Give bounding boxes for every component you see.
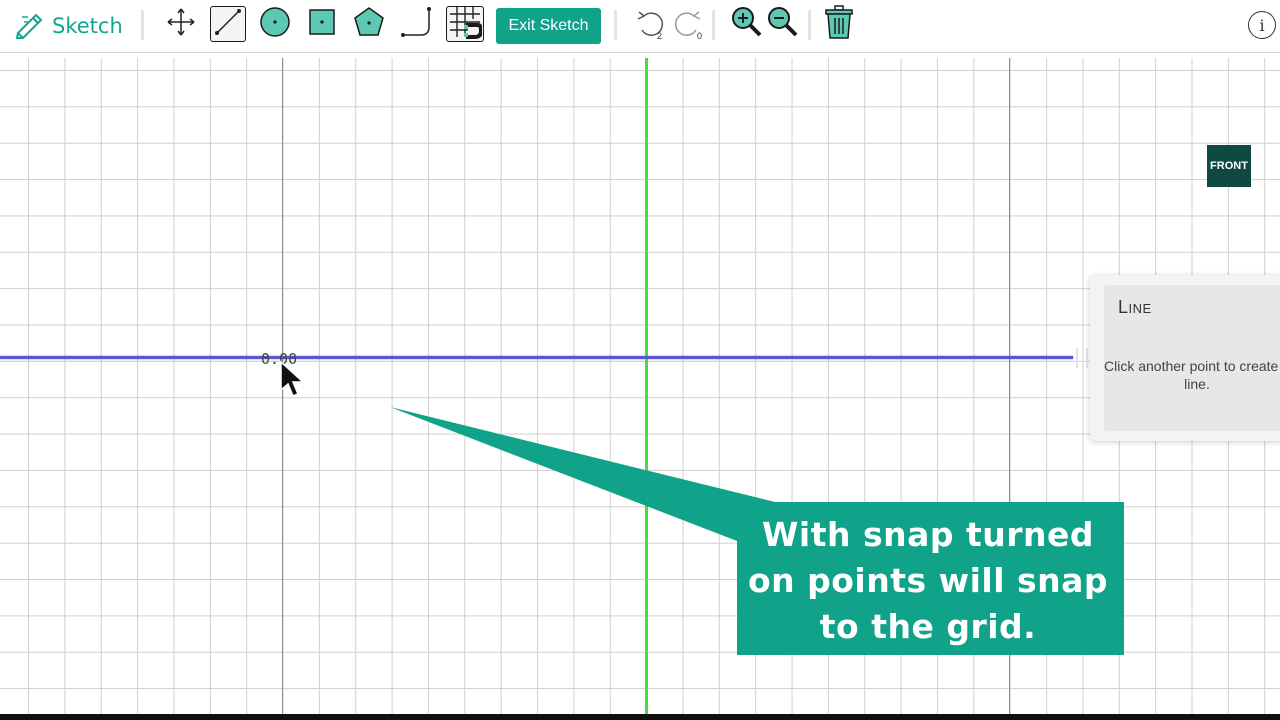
zoom-out-button[interactable] bbox=[764, 6, 800, 42]
sketch-title: Sketch bbox=[52, 14, 123, 38]
toolbar-divider bbox=[141, 10, 144, 40]
redo-button[interactable]: 0 bbox=[670, 6, 706, 42]
toolbar-divider bbox=[712, 10, 715, 40]
zoom-in-button[interactable] bbox=[728, 6, 764, 42]
toolbar: Sketch Exit Sketch 2 0 i bbox=[0, 0, 1280, 53]
pencil-icon bbox=[14, 9, 46, 44]
toolbar-divider bbox=[614, 10, 617, 40]
polyline-icon bbox=[399, 5, 433, 44]
line-tool-panel: Line Click another point to create a lin… bbox=[1090, 275, 1280, 441]
trash-icon bbox=[824, 4, 854, 44]
sketch-brand[interactable]: Sketch bbox=[14, 8, 123, 44]
crosshair-arrows-icon bbox=[166, 7, 196, 42]
info-button[interactable]: i bbox=[1248, 11, 1276, 39]
pentagon-icon bbox=[352, 5, 386, 44]
vertical-axis bbox=[645, 58, 648, 714]
line-tool-panel-body: Line Click another point to create a lin… bbox=[1104, 285, 1280, 431]
mouse-pointer-icon bbox=[279, 360, 309, 405]
undo-button[interactable]: 2 bbox=[632, 6, 668, 42]
delete-button[interactable] bbox=[821, 4, 857, 44]
grid-magnet-icon bbox=[448, 5, 484, 44]
line-icon bbox=[213, 7, 243, 42]
rectangle-tool-button[interactable] bbox=[304, 6, 340, 42]
line-tool-button[interactable] bbox=[210, 6, 246, 42]
panel-instruction: Click another point to create a line. bbox=[1104, 358, 1280, 392]
undo-count: 2 bbox=[657, 31, 663, 41]
circle-icon bbox=[258, 5, 292, 44]
circle-tool-button[interactable] bbox=[257, 6, 293, 42]
line-end-handle[interactable] bbox=[1076, 348, 1088, 368]
move-tool-button[interactable] bbox=[163, 6, 199, 42]
sketch-line-preview bbox=[0, 356, 1073, 359]
view-cube-front[interactable]: FRONT bbox=[1207, 145, 1251, 187]
exit-sketch-button[interactable]: Exit Sketch bbox=[496, 8, 601, 44]
panel-title: Line bbox=[1118, 297, 1152, 317]
toolbar-divider bbox=[808, 10, 811, 40]
callout-text: With snap turned on points will snap to … bbox=[747, 514, 1109, 646]
bottom-edge bbox=[0, 714, 1280, 720]
snap-grid-tool-button[interactable] bbox=[446, 6, 484, 42]
zoom-out-icon bbox=[765, 5, 799, 44]
polyline-tool-button[interactable] bbox=[398, 6, 434, 42]
square-icon bbox=[307, 7, 337, 42]
polygon-tool-button[interactable] bbox=[351, 6, 387, 42]
redo-count: 0 bbox=[697, 31, 703, 41]
zoom-in-icon bbox=[729, 5, 763, 44]
